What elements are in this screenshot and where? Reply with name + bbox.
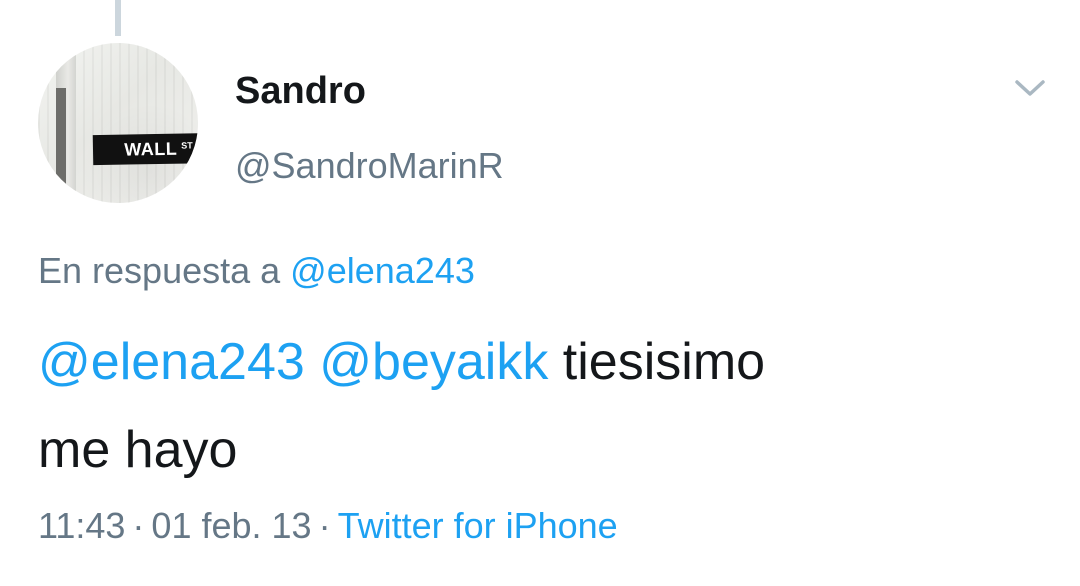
reply-context: En respuesta a @elena243 [38,250,475,292]
avatar-pole [56,88,66,203]
chevron-down-icon[interactable] [1012,76,1048,100]
avatar-street-sign: WALL ST [92,132,198,166]
thread-connector-line [115,0,121,36]
user-handle[interactable]: @SandroMarinR [235,145,504,187]
tweet-text-line: tiesisimo [562,333,766,391]
meta-separator: · [132,505,145,546]
avatar-sign-text: WALL [124,138,178,160]
tweet-date[interactable]: 01 feb. 13 [151,505,311,546]
tweet-source-link[interactable]: Twitter for iPhone [338,505,618,546]
display-name[interactable]: Sandro [235,70,366,113]
tweet-body: @elena243 @beyaikk tiesisimo me hayo [38,318,765,494]
avatar-sign-suffix: ST [181,140,193,151]
avatar[interactable]: WALL ST [38,43,198,203]
mention-link[interactable]: @elena243 [38,333,305,391]
tweet-time[interactable]: 11:43 [38,505,125,546]
reply-to-link[interactable]: @elena243 [290,250,475,291]
reply-prefix: En respuesta a [38,250,281,291]
meta-separator: · [318,505,331,546]
mention-link[interactable]: @beyaikk [319,333,548,391]
tweet-text-line: me hayo [38,421,238,479]
tweet-meta: 11:43 · 01 feb. 13 · Twitter for iPhone [38,505,618,547]
